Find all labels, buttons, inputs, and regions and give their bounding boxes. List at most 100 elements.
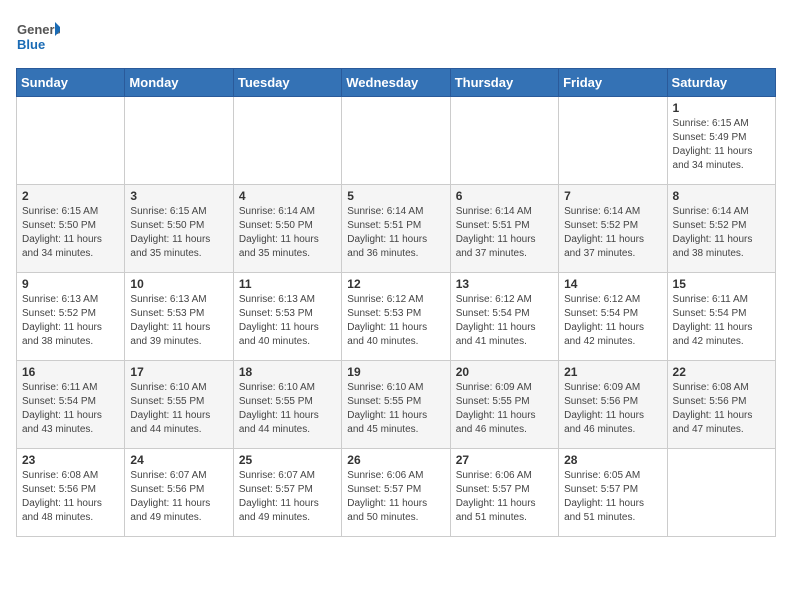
day-number: 7 [564, 189, 661, 203]
day-number: 16 [22, 365, 119, 379]
day-info: Sunrise: 6:11 AM Sunset: 5:54 PM Dayligh… [673, 293, 770, 349]
calendar-day-cell: 18Sunrise: 6:10 AM Sunset: 5:55 PM Dayli… [233, 361, 341, 449]
calendar-day-cell [342, 97, 450, 185]
day-info: Sunrise: 6:12 AM Sunset: 5:54 PM Dayligh… [456, 293, 553, 349]
day-info: Sunrise: 6:12 AM Sunset: 5:53 PM Dayligh… [347, 293, 444, 349]
calendar-week-row: 23 Sunrise: 6:08 AM Sunset: 5:56 PM Dayli… [17, 449, 776, 537]
calendar-day-cell: 14 Sunrise: 6:12 AM Sunset: 5:54 PM Dayli… [559, 273, 667, 361]
weekday-header: Saturday [667, 69, 775, 97]
calendar-day-cell: 21 Sunrise: 6:09 AM Sunset: 5:56 PM Dayli… [559, 361, 667, 449]
day-info: Sunrise: 6:10 AM Sunset: 5:55 PM Dayligh… [130, 381, 227, 437]
weekday-header: Monday [125, 69, 233, 97]
weekday-header: Tuesday [233, 69, 341, 97]
calendar-day-cell [17, 97, 125, 185]
calendar-day-cell: 26 Sunrise: 6:06 AM Sunset: 5:57 PM Dayli… [342, 449, 450, 537]
calendar-header-row: SundayMondayTuesdayWednesdayThursdayFrid… [17, 69, 776, 97]
day-number: 22 [673, 365, 770, 379]
day-number: 1 [673, 101, 770, 115]
calendar-week-row: 9 Sunrise: 6:13 AM Sunset: 5:52 PM Daylig… [17, 273, 776, 361]
day-info: Sunrise: 6:06 AM Sunset: 5:57 PM Dayligh… [347, 469, 444, 525]
day-info: Sunrise: 6:12 AM Sunset: 5:54 PM Dayligh… [564, 293, 661, 349]
calendar-day-cell: 23 Sunrise: 6:08 AM Sunset: 5:56 PM Dayli… [17, 449, 125, 537]
day-number: 13 [456, 277, 553, 291]
calendar-day-cell [667, 449, 775, 537]
day-info: Sunrise: 6:14 AM Sunset: 5:51 PM Dayligh… [347, 205, 444, 261]
day-info: Sunrise: 6:14 AM Sunset: 5:52 PM Dayligh… [673, 205, 770, 261]
calendar-day-cell: 11 Sunrise: 6:13 AM Sunset: 5:53 PM Dayli… [233, 273, 341, 361]
calendar-day-cell: 24 Sunrise: 6:07 AM Sunset: 5:56 PM Dayli… [125, 449, 233, 537]
calendar-day-cell: 28 Sunrise: 6:05 AM Sunset: 5:57 PM Dayli… [559, 449, 667, 537]
day-info: Sunrise: 6:14 AM Sunset: 5:51 PM Dayligh… [456, 205, 553, 261]
day-info: Sunrise: 6:15 AM Sunset: 5:50 PM Dayligh… [22, 205, 119, 261]
day-info: Sunrise: 6:08 AM Sunset: 5:56 PM Dayligh… [673, 381, 770, 437]
day-number: 24 [130, 453, 227, 467]
day-number: 15 [673, 277, 770, 291]
day-number: 25 [239, 453, 336, 467]
calendar-day-cell: 8 Sunrise: 6:14 AM Sunset: 5:52 PM Daylig… [667, 185, 775, 273]
calendar-day-cell: 1 Sunrise: 6:15 AM Sunset: 5:49 PM Daylig… [667, 97, 775, 185]
day-info: Sunrise: 6:07 AM Sunset: 5:56 PM Dayligh… [130, 469, 227, 525]
day-number: 6 [456, 189, 553, 203]
day-number: 20 [456, 365, 553, 379]
day-info: Sunrise: 6:13 AM Sunset: 5:53 PM Dayligh… [239, 293, 336, 349]
day-number: 19 [347, 365, 444, 379]
weekday-header: Wednesday [342, 69, 450, 97]
calendar-day-cell: 15 Sunrise: 6:11 AM Sunset: 5:54 PM Dayli… [667, 273, 775, 361]
calendar-day-cell [125, 97, 233, 185]
calendar-day-cell [233, 97, 341, 185]
calendar-day-cell: 20 Sunrise: 6:09 AM Sunset: 5:55 PM Dayli… [450, 361, 558, 449]
day-info: Sunrise: 6:10 AM Sunset: 5:55 PM Dayligh… [347, 381, 444, 437]
day-number: 8 [673, 189, 770, 203]
calendar-day-cell: 4 Sunrise: 6:14 AM Sunset: 5:50 PM Daylig… [233, 185, 341, 273]
day-info: Sunrise: 6:08 AM Sunset: 5:56 PM Dayligh… [22, 469, 119, 525]
day-number: 10 [130, 277, 227, 291]
weekday-header: Thursday [450, 69, 558, 97]
day-info: Sunrise: 6:07 AM Sunset: 5:57 PM Dayligh… [239, 469, 336, 525]
logo-icon: General Blue [16, 16, 60, 60]
calendar-week-row: 1 Sunrise: 6:15 AM Sunset: 5:49 PM Daylig… [17, 97, 776, 185]
day-info: Sunrise: 6:05 AM Sunset: 5:57 PM Dayligh… [564, 469, 661, 525]
day-number: 14 [564, 277, 661, 291]
day-info: Sunrise: 6:15 AM Sunset: 5:49 PM Dayligh… [673, 117, 770, 173]
calendar-day-cell: 22 Sunrise: 6:08 AM Sunset: 5:56 PM Dayli… [667, 361, 775, 449]
day-number: 2 [22, 189, 119, 203]
day-number: 11 [239, 277, 336, 291]
day-number: 5 [347, 189, 444, 203]
day-info: Sunrise: 6:13 AM Sunset: 5:53 PM Dayligh… [130, 293, 227, 349]
page-header: General Blue [16, 16, 776, 60]
day-number: 3 [130, 189, 227, 203]
day-info: Sunrise: 6:06 AM Sunset: 5:57 PM Dayligh… [456, 469, 553, 525]
day-number: 23 [22, 453, 119, 467]
calendar-day-cell: 17Sunrise: 6:10 AM Sunset: 5:55 PM Dayli… [125, 361, 233, 449]
calendar-day-cell [559, 97, 667, 185]
calendar-day-cell: 2 Sunrise: 6:15 AM Sunset: 5:50 PM Daylig… [17, 185, 125, 273]
calendar-day-cell: 5 Sunrise: 6:14 AM Sunset: 5:51 PM Daylig… [342, 185, 450, 273]
weekday-header: Friday [559, 69, 667, 97]
day-number: 12 [347, 277, 444, 291]
day-number: 4 [239, 189, 336, 203]
day-number: 27 [456, 453, 553, 467]
calendar-table: SundayMondayTuesdayWednesdayThursdayFrid… [16, 68, 776, 537]
calendar-day-cell: 9 Sunrise: 6:13 AM Sunset: 5:52 PM Daylig… [17, 273, 125, 361]
calendar-day-cell: 7 Sunrise: 6:14 AM Sunset: 5:52 PM Daylig… [559, 185, 667, 273]
day-number: 9 [22, 277, 119, 291]
weekday-header: Sunday [17, 69, 125, 97]
svg-text:General: General [17, 22, 60, 37]
calendar-day-cell: 12 Sunrise: 6:12 AM Sunset: 5:53 PM Dayli… [342, 273, 450, 361]
day-info: Sunrise: 6:14 AM Sunset: 5:50 PM Dayligh… [239, 205, 336, 261]
day-number: 28 [564, 453, 661, 467]
day-number: 21 [564, 365, 661, 379]
svg-text:Blue: Blue [17, 37, 45, 52]
day-info: Sunrise: 6:09 AM Sunset: 5:55 PM Dayligh… [456, 381, 553, 437]
day-number: 26 [347, 453, 444, 467]
day-info: Sunrise: 6:13 AM Sunset: 5:52 PM Dayligh… [22, 293, 119, 349]
logo: General Blue [16, 16, 60, 60]
calendar-week-row: 16 Sunrise: 6:11 AM Sunset: 5:54 PM Dayli… [17, 361, 776, 449]
day-info: Sunrise: 6:09 AM Sunset: 5:56 PM Dayligh… [564, 381, 661, 437]
calendar-day-cell: 3Sunrise: 6:15 AM Sunset: 5:50 PM Daylig… [125, 185, 233, 273]
calendar-week-row: 2 Sunrise: 6:15 AM Sunset: 5:50 PM Daylig… [17, 185, 776, 273]
day-info: Sunrise: 6:10 AM Sunset: 5:55 PM Dayligh… [239, 381, 336, 437]
calendar-day-cell: 16 Sunrise: 6:11 AM Sunset: 5:54 PM Dayli… [17, 361, 125, 449]
day-info: Sunrise: 6:14 AM Sunset: 5:52 PM Dayligh… [564, 205, 661, 261]
day-info: Sunrise: 6:11 AM Sunset: 5:54 PM Dayligh… [22, 381, 119, 437]
